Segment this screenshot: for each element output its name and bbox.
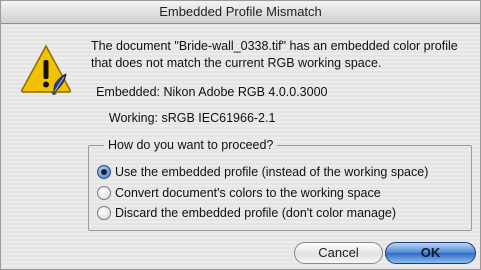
dialog-message: The document "Bride-wall_0338.tif" has a… — [91, 39, 458, 70]
embedded-label: Embedded: — [96, 85, 160, 99]
warning-icon — [20, 44, 72, 95]
radio-button[interactable] — [97, 206, 111, 220]
ok-button[interactable]: OK — [385, 242, 476, 264]
working-value: sRGB IEC61966-2.1 — [161, 111, 276, 125]
cancel-button[interactable]: Cancel — [294, 242, 383, 264]
radio-label: Discard the embedded profile (don't colo… — [115, 206, 397, 220]
radio-label: Convert document's colors to the working… — [115, 186, 381, 200]
radio-label: Use the embedded profile (instead of the… — [115, 165, 429, 179]
proceed-group-legend: How do you want to proceed? — [104, 138, 278, 152]
working-profile-row: Working: sRGB IEC61966-2.1 — [91, 110, 276, 126]
embedded-value: Nikon Adobe RGB 4.0.0.3000 — [163, 85, 328, 99]
radio-discard-embedded-profile[interactable]: Discard the embedded profile (don't colo… — [97, 204, 396, 222]
embedded-profile-row: Embedded: Nikon Adobe RGB 4.0.0.3000 — [91, 84, 328, 100]
radio-convert-to-working-space[interactable]: Convert document's colors to the working… — [97, 184, 381, 202]
embedded-profile-dialog: Embedded Profile Mismatch The document "… — [0, 0, 481, 270]
radio-button[interactable] — [97, 186, 111, 200]
radio-button-selected[interactable] — [97, 165, 111, 179]
radio-use-embedded-profile[interactable]: Use the embedded profile (instead of the… — [97, 163, 428, 181]
working-label: Working: — [108, 111, 158, 125]
dialog-title[interactable]: Embedded Profile Mismatch — [1, 1, 480, 24]
